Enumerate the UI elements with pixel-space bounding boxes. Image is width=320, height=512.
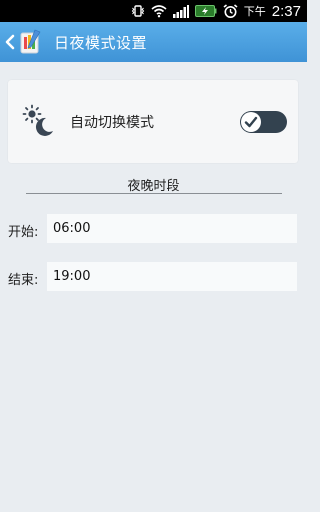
end-label: 结束: — [8, 273, 39, 288]
page-title: 日夜模式设置 — [54, 33, 148, 52]
night-section-title: 夜晚时段 — [127, 179, 180, 194]
start-time-input[interactable]: 06:00 — [47, 214, 297, 243]
status-time: 2:37 — [271, 2, 301, 20]
auto-switch-label: 自动切换模式 — [70, 115, 154, 131]
back-arrow-icon[interactable] — [4, 31, 16, 53]
title-bar: 日夜模式设置 — [0, 22, 307, 62]
signal-icon — [172, 4, 189, 18]
day-night-icon — [22, 104, 56, 138]
status-bar: 下午 2:37 — [0, 0, 307, 22]
alarm-icon — [223, 3, 238, 19]
auto-switch-card: 自动切换模式 — [8, 80, 298, 163]
vibrate-icon — [131, 4, 145, 18]
checkmark-icon — [244, 116, 258, 128]
section-divider — [26, 193, 282, 194]
app-logo-icon[interactable] — [18, 29, 42, 55]
wifi-icon — [151, 4, 167, 18]
auto-switch-toggle[interactable] — [240, 111, 287, 133]
status-ampm: 下午 — [243, 6, 266, 18]
start-label: 开始: — [8, 225, 39, 240]
toggle-knob — [241, 112, 261, 132]
battery-icon — [194, 5, 217, 17]
end-time-input[interactable]: 19:00 — [47, 262, 297, 291]
